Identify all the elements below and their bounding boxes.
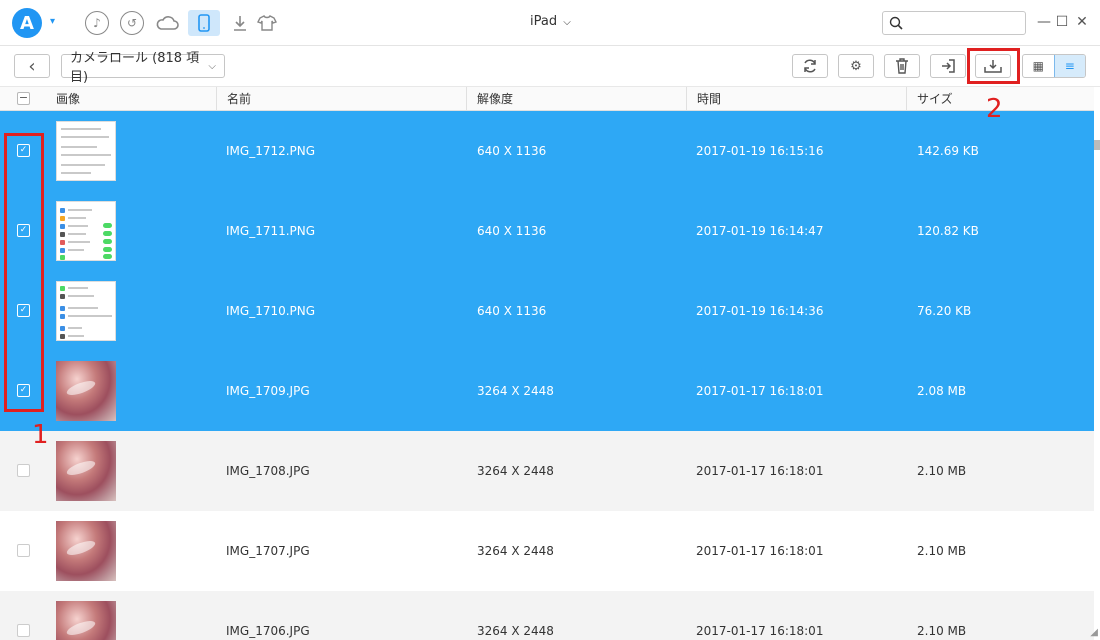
annotation-box-1	[4, 133, 44, 412]
annotation-label-1: 1	[32, 420, 49, 450]
column-header-time[interactable]: 時間	[686, 87, 906, 111]
table-header: − 画像 名前 解像度 時間 サイズ	[0, 87, 1094, 111]
refresh-button[interactable]	[792, 54, 828, 78]
file-size: 2.10 MB	[917, 624, 967, 638]
table-row[interactable]: ✓ IMG_1710.PNG 640 X 1136 2017-01-19 16:…	[0, 271, 1094, 351]
import-to-device-button[interactable]	[930, 54, 966, 78]
album-dropdown[interactable]: カメラロール (818 項目) ⌵	[61, 51, 225, 85]
logo-menu-chevron-icon[interactable]: ▾	[50, 16, 64, 30]
device-chevron-down-icon: ⌵	[563, 17, 571, 28]
chevron-left-icon: ‹	[28, 55, 36, 77]
annotation-box-2	[967, 48, 1020, 84]
table-row[interactable]: ✓ IMG_1712.PNG 640 X 1136 2017-01-19 16:…	[0, 111, 1094, 191]
resolution: 640 X 1136	[477, 144, 547, 158]
title-bar: A ▾ ♪ ↺ iPad ⌵ — ☐ ✕	[0, 0, 1100, 46]
search-icon	[889, 16, 903, 30]
photo-thumbnail	[56, 441, 116, 501]
search-field[interactable]	[882, 11, 1026, 35]
search-input[interactable]	[907, 14, 1021, 32]
settings-button[interactable]: ⚙	[838, 54, 874, 78]
music-icon[interactable]: ♪	[85, 11, 109, 35]
resolution: 3264 X 2448	[477, 464, 554, 478]
column-header-image[interactable]: 画像	[56, 87, 216, 111]
download-icon[interactable]	[228, 11, 252, 35]
annotation-label-2: 2	[986, 94, 1003, 124]
file-size: 2.08 MB	[917, 384, 967, 398]
app-logo[interactable]: A	[12, 8, 42, 38]
photo-thumbnail	[56, 201, 116, 261]
settings-icon: ⚙	[850, 58, 862, 74]
scrollbar-thumb[interactable]	[1094, 140, 1100, 150]
photo-table: ✓ IMG_1712.PNG 640 X 1136 2017-01-19 16:…	[0, 111, 1094, 640]
close-icon[interactable]: ✕	[1074, 14, 1090, 30]
timestamp: 2017-01-19 16:15:16	[696, 144, 824, 158]
photo-thumbnail	[56, 521, 116, 581]
refresh-icon	[804, 59, 816, 73]
chevron-down-icon: ⌵	[208, 60, 216, 72]
file-name: IMG_1707.JPG	[226, 544, 310, 558]
table-row[interactable]: IMG_1707.JPG 3264 X 2448 2017-01-17 16:1…	[0, 511, 1094, 591]
history-icon[interactable]: ↺	[120, 11, 144, 35]
file-size: 120.82 KB	[917, 224, 979, 238]
maximize-icon[interactable]: ☐	[1054, 14, 1070, 30]
table-row[interactable]: IMG_1706.JPG 3264 X 2448 2017-01-17 16:1…	[0, 591, 1094, 640]
minimize-icon[interactable]: —	[1036, 14, 1052, 30]
device-selector[interactable]: iPad ⌵	[530, 14, 571, 29]
row-checkbox[interactable]	[17, 464, 30, 477]
toolbar: ‹ カメラロール (818 項目) ⌵ ⚙ ▦ ≡	[0, 47, 1100, 87]
album-label: カメラロール (818 項目)	[70, 51, 200, 85]
shirt-icon[interactable]	[255, 11, 279, 35]
import-icon	[942, 59, 955, 73]
photo-thumbnail	[56, 601, 116, 640]
file-name: IMG_1711.PNG	[226, 224, 316, 238]
resolution: 3264 X 2448	[477, 624, 554, 638]
file-name: IMG_1710.PNG	[226, 304, 316, 318]
file-size: 142.69 KB	[917, 144, 979, 158]
delete-button[interactable]	[884, 54, 920, 78]
timestamp: 2017-01-19 16:14:36	[696, 304, 824, 318]
table-row[interactable]: ✓ IMG_1709.JPG 3264 X 2448 2017-01-17 16…	[0, 351, 1094, 431]
timestamp: 2017-01-17 16:18:01	[696, 384, 824, 398]
resize-grip-icon[interactable]: ◢	[1090, 627, 1098, 638]
row-checkbox[interactable]	[17, 544, 30, 557]
timestamp: 2017-01-19 16:14:47	[696, 224, 824, 238]
grid-view-icon[interactable]: ▦	[1023, 55, 1054, 77]
timestamp: 2017-01-17 16:18:01	[696, 624, 824, 638]
list-view-icon[interactable]: ≡	[1053, 55, 1085, 77]
file-size: 2.10 MB	[917, 544, 967, 558]
resolution: 3264 X 2448	[477, 544, 554, 558]
resolution: 640 X 1136	[477, 304, 547, 318]
view-mode-toggle: ▦ ≡	[1022, 54, 1086, 78]
photo-thumbnail	[56, 281, 116, 341]
file-name: IMG_1709.JPG	[226, 384, 310, 398]
back-button[interactable]: ‹	[14, 54, 50, 78]
file-size: 76.20 KB	[917, 304, 972, 318]
app-window: A ▾ ♪ ↺ iPad ⌵ — ☐ ✕ ‹ カメラロール (818 項目) ⌵…	[0, 0, 1100, 640]
photo-thumbnail	[56, 121, 116, 181]
cloud-icon[interactable]	[155, 11, 179, 35]
file-name: IMG_1712.PNG	[226, 144, 316, 158]
column-header-name[interactable]: 名前	[216, 87, 466, 111]
table-row[interactable]: IMG_1708.JPG 3264 X 2448 2017-01-17 16:1…	[0, 431, 1094, 511]
column-header-resolution[interactable]: 解像度	[466, 87, 686, 111]
file-size: 2.10 MB	[917, 464, 967, 478]
device-icon[interactable]	[188, 10, 220, 36]
timestamp: 2017-01-17 16:18:01	[696, 544, 824, 558]
device-name-label: iPad	[530, 14, 558, 29]
table-row[interactable]: ✓ IMG_1711.PNG 640 X 1136 2017-01-19 16:…	[0, 191, 1094, 271]
resolution: 640 X 1136	[477, 224, 547, 238]
timestamp: 2017-01-17 16:18:01	[696, 464, 824, 478]
file-name: IMG_1708.JPG	[226, 464, 310, 478]
delete-icon	[896, 58, 908, 74]
row-checkbox[interactable]	[17, 624, 30, 637]
photo-thumbnail	[56, 361, 116, 421]
resolution: 3264 X 2448	[477, 384, 554, 398]
file-name: IMG_1706.JPG	[226, 624, 310, 638]
select-all-checkbox[interactable]: −	[17, 92, 30, 105]
